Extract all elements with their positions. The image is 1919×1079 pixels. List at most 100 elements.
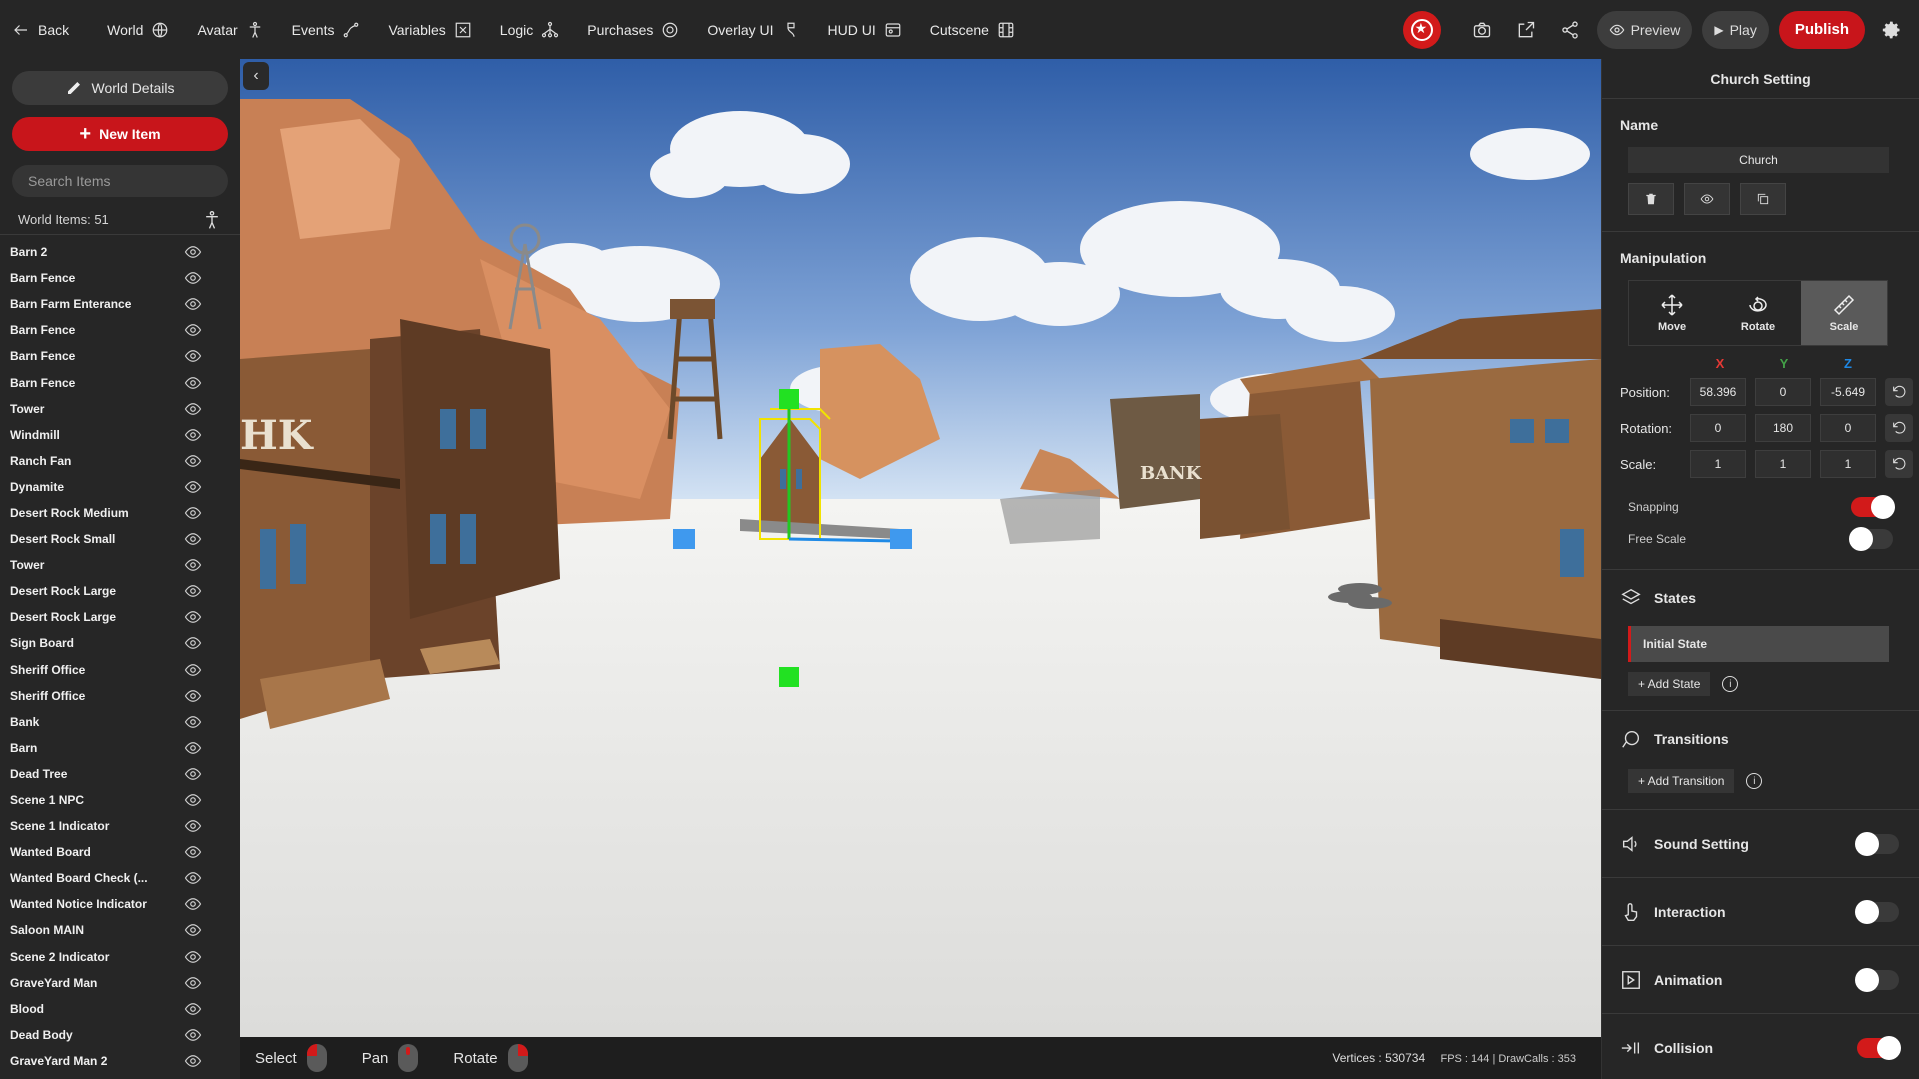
eye-icon[interactable] — [184, 791, 202, 809]
rotation-y-field[interactable]: 180 — [1755, 414, 1811, 442]
publish-button[interactable]: Publish — [1778, 10, 1865, 49]
list-item[interactable]: Barn Fence — [0, 343, 240, 369]
eye-icon[interactable] — [184, 843, 202, 861]
nav-avatar[interactable]: Avatar — [197, 21, 263, 39]
eye-icon[interactable] — [184, 243, 202, 261]
collision-toggle[interactable] — [1857, 1035, 1901, 1060]
duplicate-button[interactable] — [1740, 183, 1786, 215]
list-item[interactable]: Desert Rock Small — [0, 526, 240, 552]
list-item[interactable]: Desert Rock Large — [0, 604, 240, 630]
eye-icon[interactable] — [184, 765, 202, 783]
list-item[interactable]: Wanted Board Check (... — [0, 865, 240, 891]
scene-render[interactable]: HK BANK — [240, 59, 1601, 1037]
nav-variables[interactable]: Variables — [388, 21, 471, 39]
list-item[interactable]: Wanted Board — [0, 839, 240, 865]
rotate-tool[interactable]: Rotate — [1715, 281, 1801, 345]
list-item[interactable]: Windmill — [0, 422, 240, 448]
nav-hud-ui[interactable]: HUD UI — [828, 21, 902, 39]
nav-purchases[interactable]: Purchases — [587, 21, 679, 39]
eye-icon[interactable] — [184, 634, 202, 652]
new-item-button[interactable]: + New Item — [12, 117, 228, 151]
eye-icon[interactable] — [184, 1052, 202, 1070]
eye-icon[interactable] — [184, 426, 202, 444]
scale-x-field[interactable]: 1 — [1690, 450, 1746, 478]
nav-cutscene[interactable]: Cutscene — [930, 21, 1015, 39]
transitions-section-header[interactable]: Transitions — [1602, 711, 1919, 767]
gizmo-handle-z[interactable] — [890, 529, 912, 549]
rotation-z-field[interactable]: 0 — [1820, 414, 1876, 442]
eye-icon[interactable] — [184, 661, 202, 679]
eye-icon[interactable] — [184, 1026, 202, 1044]
list-item[interactable]: Barn Farm Enterance — [0, 291, 240, 317]
nav-events[interactable]: Events — [292, 21, 361, 39]
interaction-toggle[interactable] — [1855, 899, 1899, 924]
list-item[interactable]: Sign Board — [0, 630, 240, 656]
list-item[interactable]: Scene 1 Indicator — [0, 813, 240, 839]
eye-icon[interactable] — [184, 321, 202, 339]
eye-icon[interactable] — [184, 452, 202, 470]
eye-icon[interactable] — [184, 374, 202, 392]
nav-overlay-ui[interactable]: Overlay UI — [707, 21, 799, 39]
list-item[interactable]: Barn Fence — [0, 317, 240, 343]
list-item[interactable]: Sheriff Office — [0, 657, 240, 683]
share-button[interactable] — [1553, 13, 1587, 47]
list-item[interactable]: Barn Fence — [0, 265, 240, 291]
eye-icon[interactable] — [184, 895, 202, 913]
delete-button[interactable] — [1628, 183, 1674, 215]
search-input[interactable]: Search Items — [12, 165, 228, 197]
info-icon[interactable]: i — [1746, 773, 1763, 789]
list-item[interactable]: Tower — [0, 552, 240, 578]
nav-logic[interactable]: Logic — [500, 21, 559, 39]
list-item[interactable]: GraveYard Man 2 — [0, 1048, 240, 1074]
object-name-field[interactable]: Church — [1628, 147, 1889, 173]
list-item[interactable]: Sheriff Office — [0, 683, 240, 709]
collapse-panel-button[interactable]: ‹ — [243, 62, 269, 90]
list-item[interactable]: Wanted Notice Indicator — [0, 891, 240, 917]
list-item[interactable]: Barn — [0, 735, 240, 761]
eye-icon[interactable] — [184, 556, 202, 574]
eye-icon[interactable] — [184, 608, 202, 626]
gizmo-handle-x[interactable] — [673, 529, 695, 549]
scene-viewport[interactable]: HK BANK — [240, 59, 1601, 1037]
position-y-field[interactable]: 0 — [1755, 378, 1811, 406]
eye-icon[interactable] — [184, 504, 202, 522]
eye-icon[interactable] — [184, 400, 202, 418]
list-item[interactable]: Dynamite — [0, 474, 240, 500]
eye-icon[interactable] — [184, 295, 202, 313]
animation-toggle[interactable] — [1855, 967, 1899, 992]
gizmo-handle-center[interactable] — [779, 667, 799, 687]
free-scale-toggle[interactable] — [1849, 527, 1893, 551]
list-item[interactable]: Bank — [0, 709, 240, 735]
eye-icon[interactable] — [184, 530, 202, 548]
list-item[interactable]: Desert Rock Medium — [0, 500, 240, 526]
snapping-toggle[interactable] — [1851, 495, 1895, 519]
scale-tool[interactable]: Scale — [1801, 281, 1887, 345]
list-item[interactable]: Scene 1 NPC — [0, 787, 240, 813]
preview-button[interactable]: Preview — [1596, 10, 1693, 49]
list-item[interactable]: Barn Fence — [0, 369, 240, 395]
reset-position-button[interactable] — [1885, 378, 1913, 406]
rotation-x-field[interactable]: 0 — [1690, 414, 1746, 442]
eye-icon[interactable] — [184, 582, 202, 600]
info-icon[interactable]: i — [1722, 676, 1739, 692]
eye-icon[interactable] — [184, 478, 202, 496]
eye-icon[interactable] — [184, 921, 202, 939]
list-item[interactable]: GraveYard Man — [0, 970, 240, 996]
eye-icon[interactable] — [184, 974, 202, 992]
list-item[interactable]: Scene 2 Indicator — [0, 944, 240, 970]
eye-icon[interactable] — [184, 347, 202, 365]
position-x-field[interactable]: 58.396 — [1690, 378, 1746, 406]
eye-icon[interactable] — [184, 269, 202, 287]
add-state-button[interactable]: + Add State — [1628, 672, 1711, 696]
play-button[interactable]: ▶ Play — [1702, 10, 1769, 49]
add-transition-button[interactable]: + Add Transition — [1628, 769, 1735, 793]
list-item[interactable]: Barn 2 — [0, 239, 240, 265]
nav-world[interactable]: World — [107, 21, 169, 39]
eye-icon[interactable] — [184, 687, 202, 705]
list-item[interactable]: Dead Body — [0, 1022, 240, 1048]
reset-rotation-button[interactable] — [1885, 414, 1913, 442]
position-z-field[interactable]: -5.649 — [1820, 378, 1876, 406]
eye-icon[interactable] — [184, 948, 202, 966]
eye-icon[interactable] — [184, 869, 202, 887]
list-item[interactable]: Desert Rock Large — [0, 578, 240, 604]
